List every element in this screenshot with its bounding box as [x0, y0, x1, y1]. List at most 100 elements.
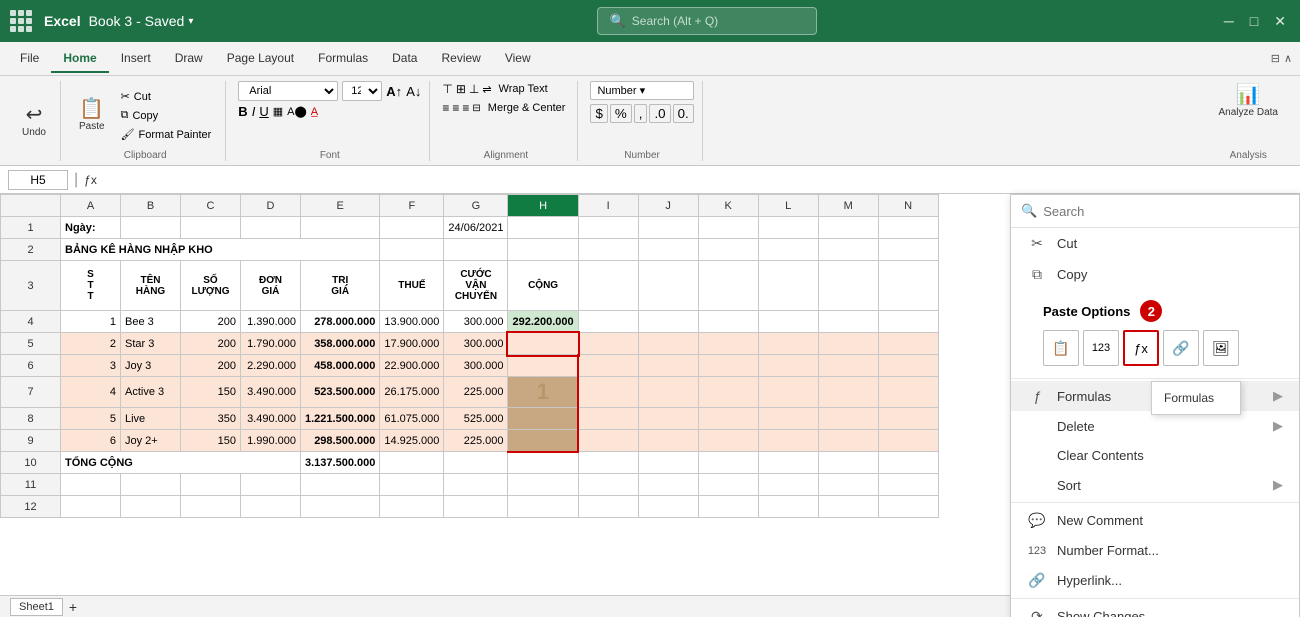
cell-h4[interactable]: 292.200.000: [508, 311, 578, 333]
cell-g5[interactable]: 300.000: [444, 333, 508, 355]
cell-c9[interactable]: 150: [181, 430, 241, 452]
cell-n9[interactable]: [878, 430, 938, 452]
border-button[interactable]: ▦: [273, 105, 283, 118]
context-menu-sort[interactable]: Sort ▶: [1011, 470, 1299, 500]
context-menu-number-format[interactable]: 123 Number Format...: [1011, 536, 1299, 565]
tab-insert[interactable]: Insert: [109, 45, 163, 73]
underline-button[interactable]: U: [259, 104, 268, 119]
cell-h7[interactable]: 1: [508, 377, 578, 408]
cell-m3[interactable]: [818, 261, 878, 311]
cell-n5[interactable]: [878, 333, 938, 355]
ribbon-collapse[interactable]: ∧: [1284, 52, 1292, 65]
cell-f5[interactable]: 17.900.000: [380, 333, 444, 355]
cell-h10[interactable]: [508, 452, 578, 474]
cell-i6[interactable]: [578, 355, 638, 377]
cell-g6[interactable]: 300.000: [444, 355, 508, 377]
cell-b5[interactable]: Star 3: [121, 333, 181, 355]
tab-draw[interactable]: Draw: [163, 45, 215, 73]
col-header-f[interactable]: F: [380, 195, 444, 217]
cell-k9[interactable]: [698, 430, 758, 452]
cell-i7[interactable]: [578, 377, 638, 408]
cell-f2[interactable]: [380, 239, 444, 261]
col-header-d[interactable]: D: [241, 195, 301, 217]
decrease-decimal-button[interactable]: 0.: [673, 104, 694, 123]
cell-k7[interactable]: [698, 377, 758, 408]
cell-f8[interactable]: 61.075.000: [380, 408, 444, 430]
cell-b7[interactable]: Active 3: [121, 377, 181, 408]
paste-icon-fx[interactable]: ƒx: [1123, 330, 1159, 366]
cell-k6[interactable]: [698, 355, 758, 377]
cell-e6[interactable]: 458.000.000: [301, 355, 380, 377]
undo-button[interactable]: ↩ Undo: [16, 101, 52, 142]
cell-d8[interactable]: 3.490.000: [241, 408, 301, 430]
cell-h5[interactable]: [508, 333, 578, 355]
increase-decimal-button[interactable]: .0: [649, 104, 670, 123]
title-search-box[interactable]: 🔍 Search (Alt + Q): [597, 7, 817, 35]
align-left-button[interactable]: ≡: [442, 100, 449, 116]
cell-j5[interactable]: [638, 333, 698, 355]
cell-g2[interactable]: [444, 239, 508, 261]
cell-g1[interactable]: 24/06/2021: [444, 217, 508, 239]
cell-n2[interactable]: [878, 239, 938, 261]
cell-h9[interactable]: [508, 430, 578, 452]
fill-color-button[interactable]: A⬤: [287, 105, 307, 118]
cell-i9[interactable]: [578, 430, 638, 452]
cell-l3[interactable]: [758, 261, 818, 311]
cell-m10[interactable]: [818, 452, 878, 474]
cell-f6[interactable]: 22.900.000: [380, 355, 444, 377]
wrap-text-button[interactable]: ⇌: [482, 81, 491, 97]
format-painter-button[interactable]: 🖌Format Painter: [115, 126, 218, 143]
context-menu-new-comment[interactable]: 💬 New Comment: [1011, 505, 1299, 536]
col-header-n[interactable]: N: [878, 195, 938, 217]
align-center-button[interactable]: ≡: [452, 100, 459, 116]
cell-k3[interactable]: [698, 261, 758, 311]
book-dropdown-arrow[interactable]: ▾: [188, 16, 193, 27]
percent-button[interactable]: %: [610, 104, 632, 123]
col-header-k[interactable]: K: [698, 195, 758, 217]
cell-m9[interactable]: [818, 430, 878, 452]
col-header-j[interactable]: J: [638, 195, 698, 217]
cell-k8[interactable]: [698, 408, 758, 430]
cell-b6[interactable]: Joy 3: [121, 355, 181, 377]
cell-h3[interactable]: CỘNG: [508, 261, 578, 311]
italic-button[interactable]: I: [252, 104, 256, 119]
merge-center-button[interactable]: ⊟: [472, 100, 480, 116]
cell-f4[interactable]: 13.900.000: [380, 311, 444, 333]
cell-g7[interactable]: 225.000: [444, 377, 508, 408]
cell-m4[interactable]: [818, 311, 878, 333]
formula-input[interactable]: [103, 173, 1292, 187]
col-header-g[interactable]: G: [444, 195, 508, 217]
cell-i10[interactable]: [578, 452, 638, 474]
cell-i2[interactable]: [578, 239, 638, 261]
cell-d3[interactable]: ĐƠNGIÁ: [241, 261, 301, 311]
cell-i4[interactable]: [578, 311, 638, 333]
context-menu-show-changes[interactable]: ⟳ Show Changes: [1011, 601, 1299, 617]
sheet-tab[interactable]: Sheet1: [10, 598, 63, 616]
cell-a3[interactable]: STT: [61, 261, 121, 311]
cell-m5[interactable]: [818, 333, 878, 355]
paste-icon-link[interactable]: 🔗: [1163, 330, 1199, 366]
cell-c5[interactable]: 200: [181, 333, 241, 355]
tab-home[interactable]: Home: [51, 45, 108, 73]
cell-h2[interactable]: [508, 239, 578, 261]
cell-j3[interactable]: [638, 261, 698, 311]
cell-e5[interactable]: 358.000.000: [301, 333, 380, 355]
analyze-data-button[interactable]: 📊 Analyze Data: [1213, 81, 1284, 122]
cell-h1[interactable]: [508, 217, 578, 239]
cell-e7[interactable]: 523.500.000: [301, 377, 380, 408]
ribbon-display-options[interactable]: ⊟: [1271, 52, 1280, 65]
col-header-b[interactable]: B: [121, 195, 181, 217]
cell-j8[interactable]: [638, 408, 698, 430]
tab-page-layout[interactable]: Page Layout: [215, 45, 306, 73]
cell-i1[interactable]: [578, 217, 638, 239]
cell-l1[interactable]: [758, 217, 818, 239]
cell-m2[interactable]: [818, 239, 878, 261]
cell-f7[interactable]: 26.175.000: [380, 377, 444, 408]
align-middle-button[interactable]: ⊞: [456, 81, 466, 97]
cell-j10[interactable]: [638, 452, 698, 474]
cell-h6[interactable]: [508, 355, 578, 377]
cell-n7[interactable]: [878, 377, 938, 408]
cell-n3[interactable]: [878, 261, 938, 311]
context-menu-cut[interactable]: ✂ Cut: [1011, 228, 1299, 259]
tab-data[interactable]: Data: [380, 45, 429, 73]
